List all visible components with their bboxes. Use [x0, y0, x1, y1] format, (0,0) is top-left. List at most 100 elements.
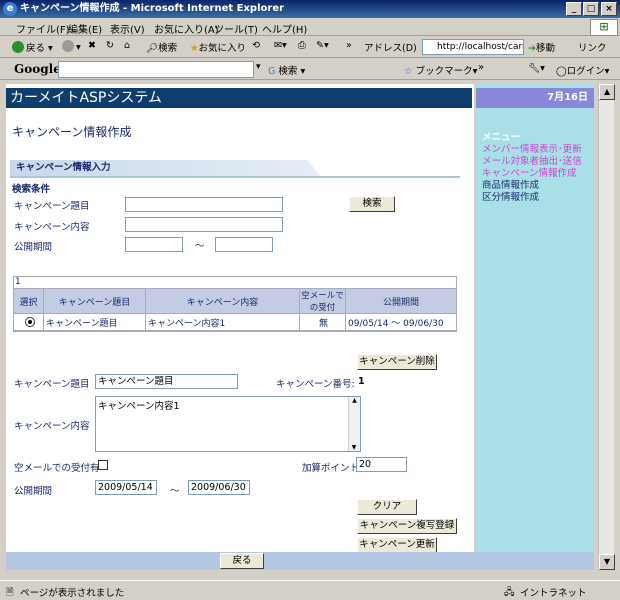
- textarea-scrollbar[interactable]: ▲ ▼: [348, 397, 360, 451]
- google-search-input[interactable]: [58, 61, 254, 78]
- app-title: カーメイトASPシステム: [10, 90, 162, 106]
- search-content-input[interactable]: [125, 217, 283, 232]
- close-button[interactable]: ×: [601, 2, 617, 16]
- stop-button[interactable]: ✖: [88, 40, 96, 51]
- detail-title-label: キャンペーン題目: [14, 379, 90, 390]
- menu-help[interactable]: ヘルプ(H): [262, 21, 307, 36]
- scroll-down-icon[interactable]: ▼: [599, 554, 615, 570]
- column-header: 選択: [13, 288, 44, 314]
- table-cell: 無: [299, 313, 346, 332]
- google-search-label: 検索: [278, 66, 298, 77]
- login-circle-icon: ◯: [556, 66, 567, 77]
- bookmarks-button[interactable]: ☆ ブックマーク▾: [404, 63, 477, 77]
- textarea-scroll-up-icon[interactable]: ▲: [349, 397, 360, 404]
- menu-bar: ファイル(F) 編集(E) 表示(V) お気に入り(A) ツール(T) ヘルプ(…: [0, 18, 620, 36]
- google-logo: Google: [14, 62, 61, 76]
- empty-mail-checkbox[interactable]: [98, 460, 108, 470]
- favorites-button[interactable]: ★お気に入り: [190, 40, 246, 54]
- scroll-up-icon[interactable]: ▲: [599, 84, 615, 100]
- search-icon: 🔎︎: [146, 43, 159, 54]
- textarea-scroll-down-icon[interactable]: ▼: [349, 444, 359, 451]
- detail-content-value: キャンペーン内容1: [98, 401, 180, 412]
- campaign-number-value: 1: [358, 376, 365, 387]
- points-value: 20: [359, 459, 372, 470]
- search-content-label: キャンペーン内容: [14, 222, 90, 233]
- page-scrollbar[interactable]: ▲ ▼: [598, 84, 615, 570]
- detail-content-textarea[interactable]: キャンペーン内容1 ▲ ▼: [95, 396, 361, 452]
- google-search-button[interactable]: G 検索 ▾: [268, 63, 305, 77]
- page-title: キャンペーン情報作成: [12, 125, 132, 139]
- copy-register-button[interactable]: キャンペーン複写登録: [357, 518, 457, 534]
- search-period-from-input[interactable]: [125, 237, 183, 252]
- detail-content-label: キャンペーン内容: [14, 421, 90, 432]
- links-button[interactable]: リンク: [578, 40, 607, 54]
- login-button[interactable]: ◯ログイン▾: [556, 63, 609, 77]
- minimize-button[interactable]: _: [566, 2, 582, 16]
- home-button[interactable]: ⌂: [124, 40, 130, 51]
- bookmarks-label: ブックマーク: [415, 66, 473, 77]
- menu-view[interactable]: 表示(V): [110, 21, 145, 36]
- row-select-radio[interactable]: [24, 316, 35, 327]
- login-label: ログイン: [566, 66, 605, 77]
- menu-favorites[interactable]: お気に入り(A): [154, 21, 219, 36]
- detail-period-tilde: ～: [170, 486, 180, 497]
- clear-button[interactable]: クリア: [357, 499, 417, 515]
- search-period-tilde: ～: [195, 241, 205, 252]
- column-header: 空メールでの受付: [299, 288, 346, 314]
- detail-period-to-input[interactable]: 2009/06/30: [188, 480, 250, 495]
- window-title-bar: e キャンペーン情報作成 - Microsoft Internet Explor…: [0, 0, 620, 18]
- detail-period-from-input[interactable]: 2009/05/14: [95, 480, 157, 495]
- delete-campaign-button[interactable]: キャンペーン削除: [357, 354, 437, 370]
- search-title-input[interactable]: [125, 197, 283, 212]
- go-button[interactable]: ➔移動: [528, 40, 555, 54]
- column-header: 公開期間: [345, 288, 457, 314]
- mail-button[interactable]: ✉▾: [274, 40, 287, 51]
- star-icon: ★: [190, 43, 199, 54]
- google-search-dropdown-icon[interactable]: ▾: [256, 62, 261, 72]
- forward-button[interactable]: ▾: [62, 40, 81, 53]
- back-label: 戻る: [26, 43, 46, 54]
- status-text: ページが表示されました: [20, 588, 125, 599]
- page-icon: 🗎︎: [6, 587, 14, 598]
- window-title: キャンペーン情報作成 - Microsoft Internet Explorer: [20, 3, 285, 14]
- edit-button[interactable]: ✎▾: [316, 40, 329, 51]
- period-to-value: 2009/06/30: [191, 482, 246, 493]
- points-input[interactable]: 20: [356, 457, 407, 472]
- settings-button[interactable]: 🔧︎▾: [528, 63, 545, 74]
- back-button[interactable]: 戻る ▾: [12, 40, 53, 54]
- status-bar: 🗎︎ ページが表示されました 🖧︎ イントラネット: [0, 580, 620, 600]
- campaign-number-label: キャンペーン番号:: [276, 379, 355, 390]
- update-campaign-button[interactable]: キャンペーン更新: [357, 537, 437, 553]
- search-button-toolbar[interactable]: 🔎︎検索: [146, 40, 177, 54]
- zone-text: イントラネット: [520, 588, 587, 599]
- toolbar-overflow-icon[interactable]: »: [346, 40, 352, 51]
- print-button[interactable]: ⎙: [298, 40, 306, 51]
- search-title-label: キャンペーン題目: [14, 201, 90, 212]
- maximize-button[interactable]: □: [583, 2, 599, 16]
- points-label: 加算ポイント: [302, 463, 360, 474]
- intranet-icon: 🖧︎: [504, 587, 515, 598]
- search-button[interactable]: 検索: [349, 196, 395, 212]
- address-input[interactable]: http://localhost/carm: [422, 39, 524, 55]
- google-overflow-icon[interactable]: »: [478, 62, 484, 73]
- toolbar: 戻る ▾ ▾ ✖ ↻ ⌂ 🔎︎検索 ★お気に入り ⟲ ✉▾ ⎙ ✎▾ » アドレ…: [0, 36, 620, 58]
- address-value: http://localhost/carm: [437, 42, 524, 52]
- sidebar-item-category[interactable]: 区分情報作成: [482, 189, 539, 203]
- refresh-button[interactable]: ↻: [106, 40, 114, 51]
- history-button[interactable]: ⟲: [252, 40, 260, 51]
- search-criteria-label: 検索条件: [12, 184, 51, 195]
- menu-file[interactable]: ファイル(F): [16, 21, 70, 36]
- back-arrow-icon: [12, 41, 24, 53]
- go-arrow-icon: ➔: [528, 43, 536, 54]
- date-header: 7月16日: [476, 88, 594, 108]
- detail-title-value: キャンペーン題目: [98, 376, 174, 387]
- menu-edit[interactable]: 編集(E): [68, 21, 102, 36]
- footer-band: [6, 552, 594, 570]
- back-page-button[interactable]: 戻る: [220, 553, 264, 569]
- menu-tools[interactable]: ツール(T): [214, 21, 258, 36]
- detail-title-input[interactable]: キャンペーン題目: [95, 374, 238, 389]
- period-from-value: 2009/05/14: [98, 482, 153, 493]
- table-row[interactable]: キャンペーン題目 キャンペーン内容1 無 09/05/14 ～ 09/06/30: [13, 313, 457, 332]
- detail-period-label: 公開期間: [14, 486, 53, 497]
- search-period-to-input[interactable]: [215, 237, 273, 252]
